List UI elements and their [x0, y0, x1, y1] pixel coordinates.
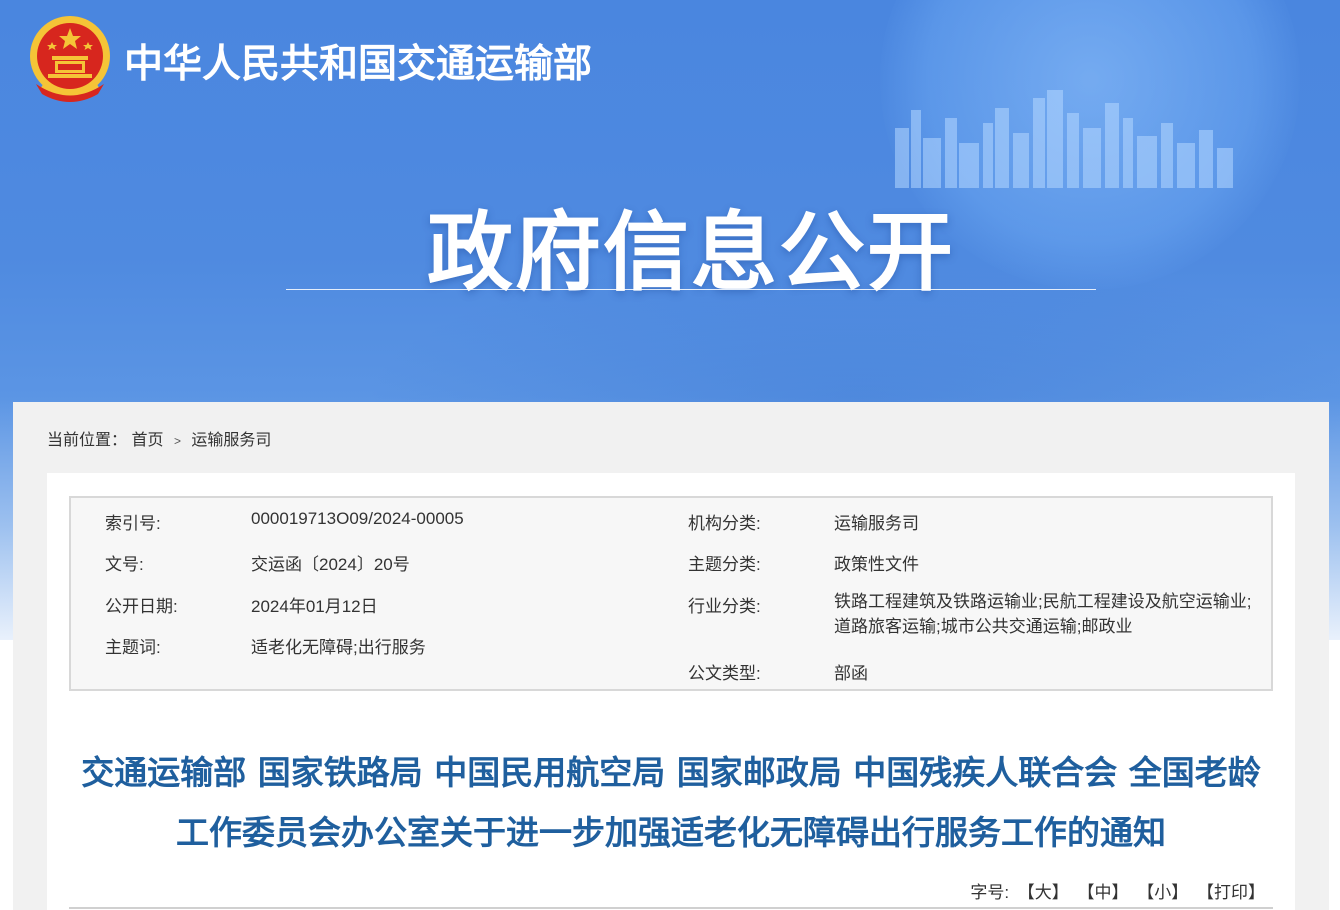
title-divider [286, 289, 1096, 290]
org-category-value: 运输服务司 [834, 514, 919, 533]
content-divider [69, 907, 1273, 909]
publish-date-label: 公开日期: [105, 597, 178, 616]
publish-date-value: 2024年01月12日 [251, 597, 378, 616]
content-card: 当前位置： 首页 > 运输服务司 索引号: 000019713O09/2024-… [13, 402, 1329, 910]
font-size-medium-button[interactable]: 【中】 [1078, 883, 1129, 902]
site-title[interactable]: 中华人民共和国交通运输部 [124, 33, 592, 89]
breadcrumb: 当前位置： 首页 > 运输服务司 [47, 426, 271, 450]
font-size-label: 字号: [970, 883, 1010, 902]
industry-category-label: 行业分类: [688, 597, 761, 616]
topic-category-value: 政策性文件 [834, 555, 919, 574]
industry-category-value: 铁路工程建筑及铁路运输业;民航工程建设及航空运输业;道路旅客运输;城市公共交通运… [834, 592, 1252, 636]
doc-number-value: 交运函〔2024〕20号 [251, 555, 410, 574]
breadcrumb-home-link[interactable]: 首页 [131, 426, 163, 450]
national-emblem-icon[interactable] [28, 14, 112, 102]
city-skyline-decoration [895, 90, 1233, 188]
keywords-value: 适老化无障碍;出行服务 [251, 638, 426, 657]
org-category-label: 机构分类: [688, 514, 761, 533]
metadata-table: 索引号: 000019713O09/2024-00005 文号: 交运函〔202… [69, 496, 1273, 691]
doc-number-label: 文号: [105, 555, 144, 574]
document-title: 交通运输部 国家铁路局 中国民用航空局 国家邮政局 中国残疾人联合会 全国老龄工… [81, 753, 1261, 852]
breadcrumb-label: 当前位置： [47, 432, 128, 449]
doc-type-label: 公文类型: [688, 664, 761, 683]
print-button[interactable]: 【打印】 [1197, 883, 1265, 902]
index-value: 000019713O09/2024-00005 [251, 509, 464, 528]
keywords-label: 主题词: [105, 638, 161, 657]
topic-category-label: 主题分类: [688, 555, 761, 574]
index-label: 索引号: [105, 514, 161, 533]
font-size-small-button[interactable]: 【小】 [1137, 883, 1188, 902]
breadcrumb-separator: > [173, 434, 181, 448]
font-size-large-button[interactable]: 【大】 [1018, 883, 1069, 902]
font-size-controls: 字号: 【大】 【中】 【小】 【打印】 [970, 878, 1265, 903]
article-panel: 索引号: 000019713O09/2024-00005 文号: 交运函〔202… [47, 473, 1295, 910]
doc-type-value: 部函 [834, 664, 868, 683]
breadcrumb-transport-services-link[interactable]: 运输服务司 [191, 426, 271, 450]
